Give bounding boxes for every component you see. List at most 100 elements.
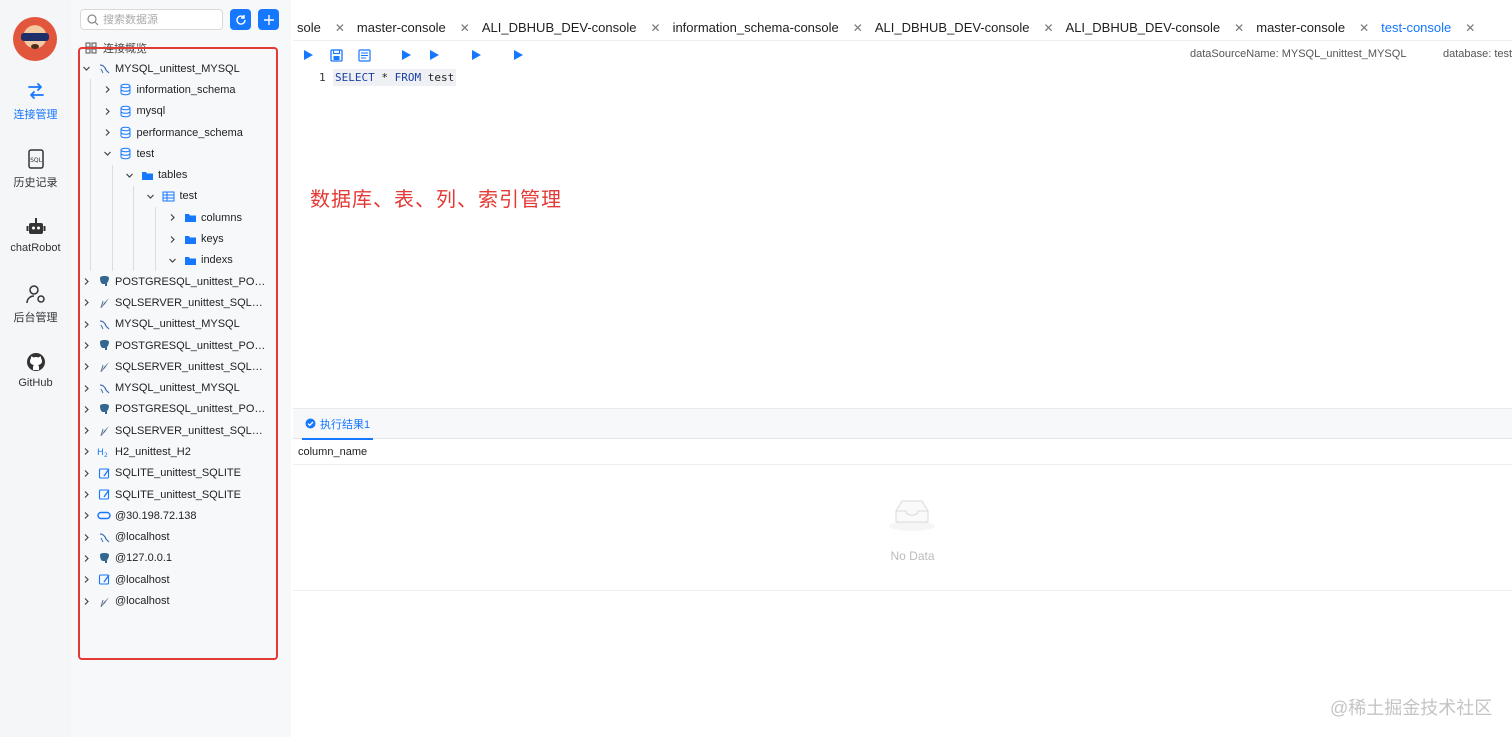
- chevron-right-icon[interactable]: [101, 128, 115, 137]
- console-tab[interactable]: ALI_DBHUB_DEV-console ✕: [1066, 20, 1257, 35]
- chevron-right-icon[interactable]: [79, 554, 93, 563]
- explain-button[interactable]: [469, 48, 483, 62]
- tree-node[interactable]: tables: [79, 164, 283, 185]
- sql-editor[interactable]: 1 SELECT * FROM test: [293, 68, 1512, 408]
- tree-node[interactable]: POSTGRESQL_unittest_POSTGRESQL: [79, 399, 283, 420]
- tree-node[interactable]: @localhost: [79, 590, 283, 611]
- chevron-right-icon[interactable]: [101, 85, 115, 94]
- chevron-right-icon[interactable]: [165, 213, 179, 222]
- empty-state: No Data: [293, 465, 1512, 591]
- chevron-right-icon[interactable]: [79, 490, 93, 499]
- tree-node[interactable]: @localhost: [79, 569, 283, 590]
- tree-node[interactable]: test: [79, 143, 283, 164]
- console-tab[interactable]: ALI_DBHUB_DEV-console ✕: [875, 20, 1066, 35]
- tree-node[interactable]: SQLSERVER_unittest_SQLSERVER: [79, 356, 283, 377]
- datasource-panel: 连接概览 MYSQL_unittest_MYSQL information_sch…: [71, 0, 291, 737]
- add-datasource-button[interactable]: [258, 9, 279, 30]
- close-icon[interactable]: ✕: [853, 21, 863, 35]
- chevron-right-icon[interactable]: [79, 511, 93, 520]
- tree-node[interactable]: SQLSERVER_unittest_SQLSERVER: [79, 292, 283, 313]
- tree-node[interactable]: columns: [79, 207, 283, 228]
- chevron-right-icon[interactable]: [79, 447, 93, 456]
- chevron-right-icon[interactable]: [79, 405, 93, 414]
- chevron-right-icon[interactable]: [79, 533, 93, 542]
- tree-node[interactable]: keys: [79, 228, 283, 249]
- tree-node[interactable]: @localhost: [79, 527, 283, 548]
- tree-node[interactable]: H 2 H2_unittest_H2: [79, 441, 283, 462]
- chevron-right-icon[interactable]: [79, 597, 93, 606]
- close-icon[interactable]: ✕: [1465, 21, 1475, 35]
- chevron-right-icon[interactable]: [165, 235, 179, 244]
- tree-node[interactable]: @127.0.0.1: [79, 548, 283, 569]
- chevron-right-icon[interactable]: [79, 320, 93, 329]
- tree-node-label: SQLITE_unittest_SQLITE: [115, 467, 241, 480]
- run-selected-button[interactable]: [399, 48, 413, 62]
- sql-table: test: [427, 71, 455, 84]
- chevron-down-icon[interactable]: [79, 64, 93, 73]
- chevron-right-icon[interactable]: [79, 298, 93, 307]
- chevron-right-icon[interactable]: [79, 277, 93, 286]
- close-icon[interactable]: ✕: [651, 21, 661, 35]
- result-tab[interactable]: 执行结果1: [302, 409, 374, 440]
- postgresql-icon: [97, 275, 111, 289]
- chevron-right-icon[interactable]: [79, 469, 93, 478]
- tree-node[interactable]: POSTGRESQL_unittest_POSTGRESQL: [79, 335, 283, 356]
- console-tab[interactable]: master-console ✕: [357, 20, 482, 35]
- tree-node[interactable]: SQLITE_unittest_SQLITE: [79, 463, 283, 484]
- console-tab[interactable]: ALI_DBHUB_DEV-console ✕: [482, 20, 673, 35]
- close-icon[interactable]: ✕: [1234, 21, 1244, 35]
- tree-node[interactable]: SQLITE_unittest_SQLITE: [79, 484, 283, 505]
- tree-node[interactable]: MYSQL_unittest_MYSQL: [79, 377, 283, 398]
- tree-node[interactable]: SQLSERVER_unittest_SQLSERVER: [79, 420, 283, 441]
- tree-node[interactable]: indexs: [79, 250, 283, 271]
- tree-node[interactable]: MYSQL_unittest_MYSQL: [79, 314, 283, 335]
- console-tab[interactable]: master-console ✕: [1256, 20, 1381, 35]
- close-icon[interactable]: ✕: [1359, 21, 1369, 35]
- tree-node[interactable]: MYSQL_unittest_MYSQL: [79, 58, 283, 79]
- search-input[interactable]: [103, 13, 213, 26]
- rail-item-admin[interactable]: 后台管理: [0, 283, 71, 325]
- code-line[interactable]: SELECT * FROM test: [333, 69, 457, 86]
- rail-item-connections[interactable]: 连接管理: [0, 80, 71, 122]
- tree-node[interactable]: mysql: [79, 101, 283, 122]
- tab-label: ALI_DBHUB_DEV-console: [1065, 20, 1221, 35]
- close-icon[interactable]: ✕: [335, 21, 345, 35]
- chevron-right-icon[interactable]: [79, 426, 93, 435]
- rail-item-github[interactable]: GitHub: [0, 351, 71, 389]
- tree-node[interactable]: POSTGRESQL_unittest_POSTGRESQL: [79, 271, 283, 292]
- format-button[interactable]: [357, 48, 371, 62]
- chevron-right-icon[interactable]: [79, 362, 93, 371]
- connection-overview[interactable]: 连接概览: [85, 40, 147, 56]
- tree-node[interactable]: information_schema: [79, 79, 283, 100]
- search-box[interactable]: [80, 9, 223, 30]
- rail-item-history[interactable]: SQL 历史记录: [0, 148, 71, 190]
- chevron-down-icon[interactable]: [144, 192, 158, 201]
- console-tab[interactable]: test-console ✕: [1381, 20, 1487, 35]
- chevron-down-icon[interactable]: [165, 256, 179, 265]
- chevron-right-icon[interactable]: [79, 575, 93, 584]
- save-button[interactable]: [329, 48, 343, 62]
- column-header[interactable]: column_name: [293, 439, 1512, 465]
- chevron-down-icon[interactable]: [101, 149, 115, 158]
- close-icon[interactable]: ✕: [460, 21, 470, 35]
- run-all-button[interactable]: [427, 48, 441, 62]
- user-avatar[interactable]: [13, 17, 57, 61]
- console-tab[interactable]: sole ✕: [297, 20, 357, 35]
- chevron-right-icon[interactable]: [79, 384, 93, 393]
- refresh-button[interactable]: [230, 9, 251, 30]
- tree-node[interactable]: @30.198.72.138: [79, 505, 283, 526]
- run-next-button[interactable]: [511, 48, 525, 62]
- tree-node[interactable]: test: [79, 186, 283, 207]
- run-button[interactable]: [301, 48, 315, 62]
- rail-item-chatrobot[interactable]: chatRobot: [0, 216, 71, 254]
- chevron-right-icon[interactable]: [101, 107, 115, 116]
- tree-node-label: MYSQL_unittest_MYSQL: [115, 318, 240, 331]
- rail-item-label: GitHub: [18, 377, 53, 389]
- close-icon[interactable]: ✕: [1043, 21, 1053, 35]
- console-tab[interactable]: information_schema-console ✕: [673, 20, 875, 35]
- chevron-down-icon[interactable]: [122, 171, 136, 180]
- tree-node[interactable]: performance_schema: [79, 122, 283, 143]
- tree-node-label: information_schema: [136, 83, 236, 96]
- play-icon: [430, 50, 439, 60]
- chevron-right-icon[interactable]: [79, 341, 93, 350]
